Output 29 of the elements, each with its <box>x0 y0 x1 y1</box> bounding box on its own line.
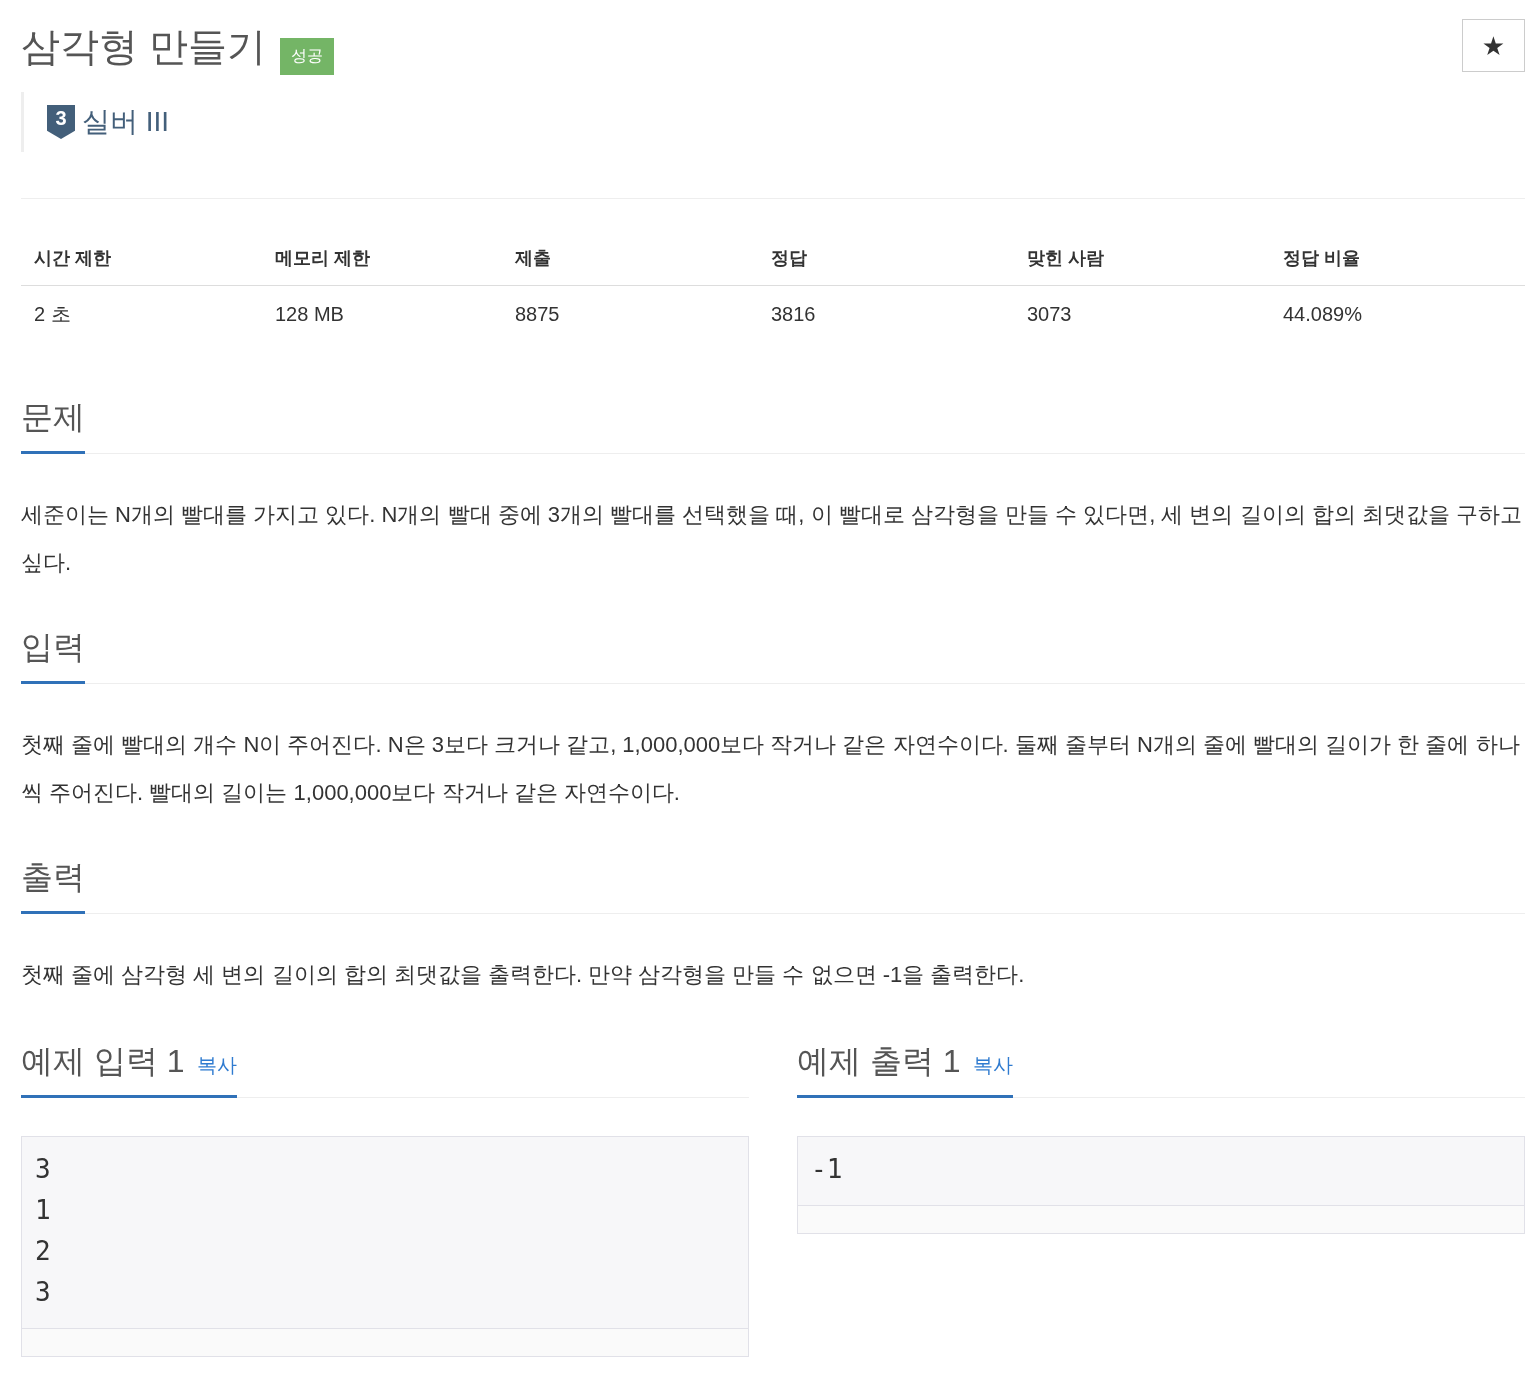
section-paragraph: 첫째 줄에 삼각형 세 변의 길이의 합의 최댓값을 출력한다. 만약 삼각형을 만들 수 없으면 -1을 출력한다. <box>21 961 1026 989</box>
section-paragraph: 세준이는 N개의 빨대를 가지고 있다. N개의 빨대 중에 3개의 빨대를 선택했을 때, 이 빨대로 삼각형을 만들 수 있다면, 세 변의 길이의 합의 최댓값을 구하고 싶다. <box>21 501 1523 577</box>
table-header-cell: 맞힌 사람 <box>1014 230 1270 286</box>
sample-code-box: -1 <box>797 1136 1525 1206</box>
table-header-cell: 메모리 제한 <box>262 230 502 286</box>
section-heading: 출력 <box>21 858 85 897</box>
copy-link[interactable]: 복사 <box>196 1052 237 1079</box>
table-cell-text: 128 MB <box>274 302 345 327</box>
table-header-cell: 제출 <box>502 230 758 286</box>
table-cell-text: 3073 <box>1026 302 1073 327</box>
tier-badge: 3 <box>47 105 75 139</box>
section-paragraph: 첫째 줄에 빨대의 개수 N이 주어진다. N은 3보다 크거나 같고, 1,000,000보다 작거나 같은 자연수이다. 둘째 줄부터 N개의 줄에 빨대의 길이가 한 줄에 하나씩 주어진다. 빨대의 길이는 1,000,000보다 작거나 같은 자연수이다. <box>21 731 1521 807</box>
table-header-cell: 정답 비율 <box>1270 230 1525 286</box>
table-cell-text: 2 초 <box>33 302 72 327</box>
tier-label: 실버 III <box>82 105 170 139</box>
copy-link[interactable]: 복사 <box>972 1052 1013 1079</box>
sample-heading: 예제 출력 1 <box>797 1042 961 1081</box>
table-cell-text: 8875 <box>514 302 561 327</box>
table-cell-text: 44.089% <box>1282 302 1363 327</box>
table-header-cell: 시간 제한 <box>21 230 262 286</box>
sample-heading: 예제 입력 1 <box>21 1042 185 1081</box>
table-header-cell: 정답 <box>758 230 1014 286</box>
sample-code-box: 3 1 2 3 <box>21 1136 749 1329</box>
section-heading: 문제 <box>21 398 85 437</box>
table-cell-text: 3816 <box>770 302 817 327</box>
section-heading: 입력 <box>21 628 85 667</box>
star-button[interactable]: ★ <box>1462 19 1525 72</box>
result-badge: 성공 <box>279 38 334 75</box>
problem-title: 삼각형 만들기 <box>21 24 266 70</box>
